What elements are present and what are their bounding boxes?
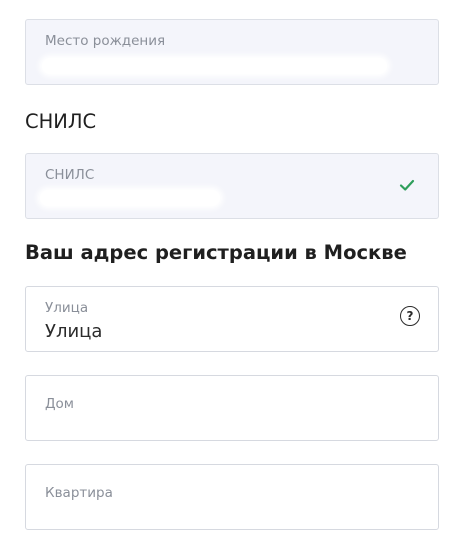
street-field[interactable]: Улица Улица ? [25,286,439,352]
apartment-field[interactable]: Квартира [25,464,439,530]
birthplace-value-redacted [42,58,387,74]
registration-form: Место рождения СНИЛС СНИЛС Ваш адрес рег… [0,0,465,545]
address-section-title: Ваш адрес регистрации в Москве [25,241,407,264]
snils-label: СНИЛС [45,167,95,183]
apartment-label: Квартира [45,485,113,501]
snils-section-title: СНИЛС [25,110,97,133]
check-icon [399,179,415,191]
birthplace-field[interactable]: Место рождения [25,19,439,85]
question-icon[interactable]: ? [400,306,420,326]
birthplace-label: Место рождения [45,33,166,49]
snils-field[interactable]: СНИЛС [25,153,439,219]
street-label: Улица [45,300,89,316]
street-value: Улица [45,321,103,342]
snils-value-redacted [40,190,220,206]
house-label: Дом [45,396,74,412]
house-field[interactable]: Дом [25,375,439,441]
